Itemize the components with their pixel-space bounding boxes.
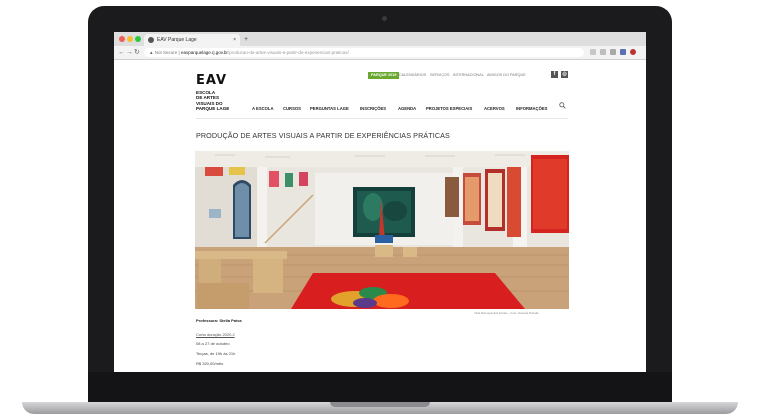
util-nav-servicos[interactable]: SERVIÇOS [430,72,450,79]
extension-icon[interactable] [600,49,606,55]
course-dates: 08 a 27 de outubro [196,341,230,346]
facebook-icon[interactable]: f [551,71,558,78]
laptop-bezel-bottom [88,372,672,402]
favicon-icon [148,37,154,43]
url-path: /producao-de-artes-visuais-a-partir-de-e… [227,50,349,55]
web-page: EAV ESCOLA DE ARTES VISUAIS DO PARQUE LA… [114,60,646,372]
profile-avatar[interactable] [630,49,636,55]
course-type-link[interactable]: Curta duração 2020.2 [196,332,235,337]
course-price: R$ 320,00/mês [196,361,224,366]
tab-title: EAV Parque Lage [157,37,197,43]
close-window-icon[interactable] [119,36,125,42]
back-arrow-icon[interactable]: ← [118,47,125,58]
logo-line: PARQUE LAGE [196,105,230,111]
site-logo[interactable]: EAV [196,74,227,87]
gallery-illustration [195,151,569,309]
util-nav-highlight[interactable]: PARQUE 2019 [368,72,400,79]
photo-caption: Vista Retrospectiva Iniciais – Foto: Van… [474,311,539,315]
course-schedule: Terças, de 19h às 21h [196,351,236,356]
nav-perguntas-lage[interactable]: PERGUNTAS LAGE [310,106,349,112]
extension-icon[interactable] [610,49,616,55]
nav-inscricoes[interactable]: INSCRIÇÕES [360,106,386,112]
browser-tab-bar: EAV Parque Lage × + [114,32,646,46]
reload-icon[interactable]: ↻ [134,47,140,58]
maximize-window-icon[interactable] [135,36,141,42]
instagram-icon[interactable]: ◎ [561,71,568,78]
search-icon[interactable] [559,102,566,109]
util-nav-amigos[interactable]: AMIGOS DO PARQUE [487,72,526,79]
util-nav-calendarios[interactable]: CALENDÁRIOS [399,72,426,79]
info-icon: ▲ [149,50,154,55]
webcam [382,16,387,21]
site-logo-text: ESCOLA DE ARTES VISUAIS DO PARQUE LAGE [196,90,246,111]
nav-acervos[interactable]: ACERVOS [484,106,505,112]
nav-divider [196,118,568,119]
nav-projetos-especiais[interactable]: PROJETOS ESPECIAIS [426,106,472,112]
laptop-screen: EAV Parque Lage × + ← → ↻ ▲ Not Secure |… [114,32,646,372]
address-bar[interactable]: ▲ Not Secure | eavparquelage.rj.gov.br/p… [144,48,584,57]
nav-cursos[interactable]: CURSOS [283,106,301,112]
page-title: PRODUÇÃO DE ARTES VISUAIS A PARTIR DE EX… [196,131,450,140]
tab-close-icon[interactable]: × [233,34,236,46]
teacher-label: Professora: Stella Paiva [196,318,242,323]
security-label: Not Secure [154,50,178,55]
nav-informacoes[interactable]: INFORMAÇÕES [516,106,547,112]
nav-a-escola[interactable]: A ESCOLA [252,106,273,112]
nav-agenda[interactable]: AGENDA [398,106,416,112]
bookmark-star-icon[interactable] [590,49,596,55]
url-domain: eavparquelage.rj.gov.br [180,50,228,55]
new-tab-button[interactable]: + [244,34,248,46]
minimize-window-icon[interactable] [127,36,133,42]
exhibition-photo [195,151,569,309]
laptop-base-notch [330,402,430,407]
extension-icon[interactable] [620,49,626,55]
browser-toolbar: ← → ↻ ▲ Not Secure | eavparquelage.rj.go… [114,46,646,60]
browser-tab[interactable]: EAV Parque Lage × [144,34,240,46]
util-nav-internacional[interactable]: INTERNACIONAL [453,72,484,79]
forward-arrow-icon[interactable]: → [126,47,133,58]
